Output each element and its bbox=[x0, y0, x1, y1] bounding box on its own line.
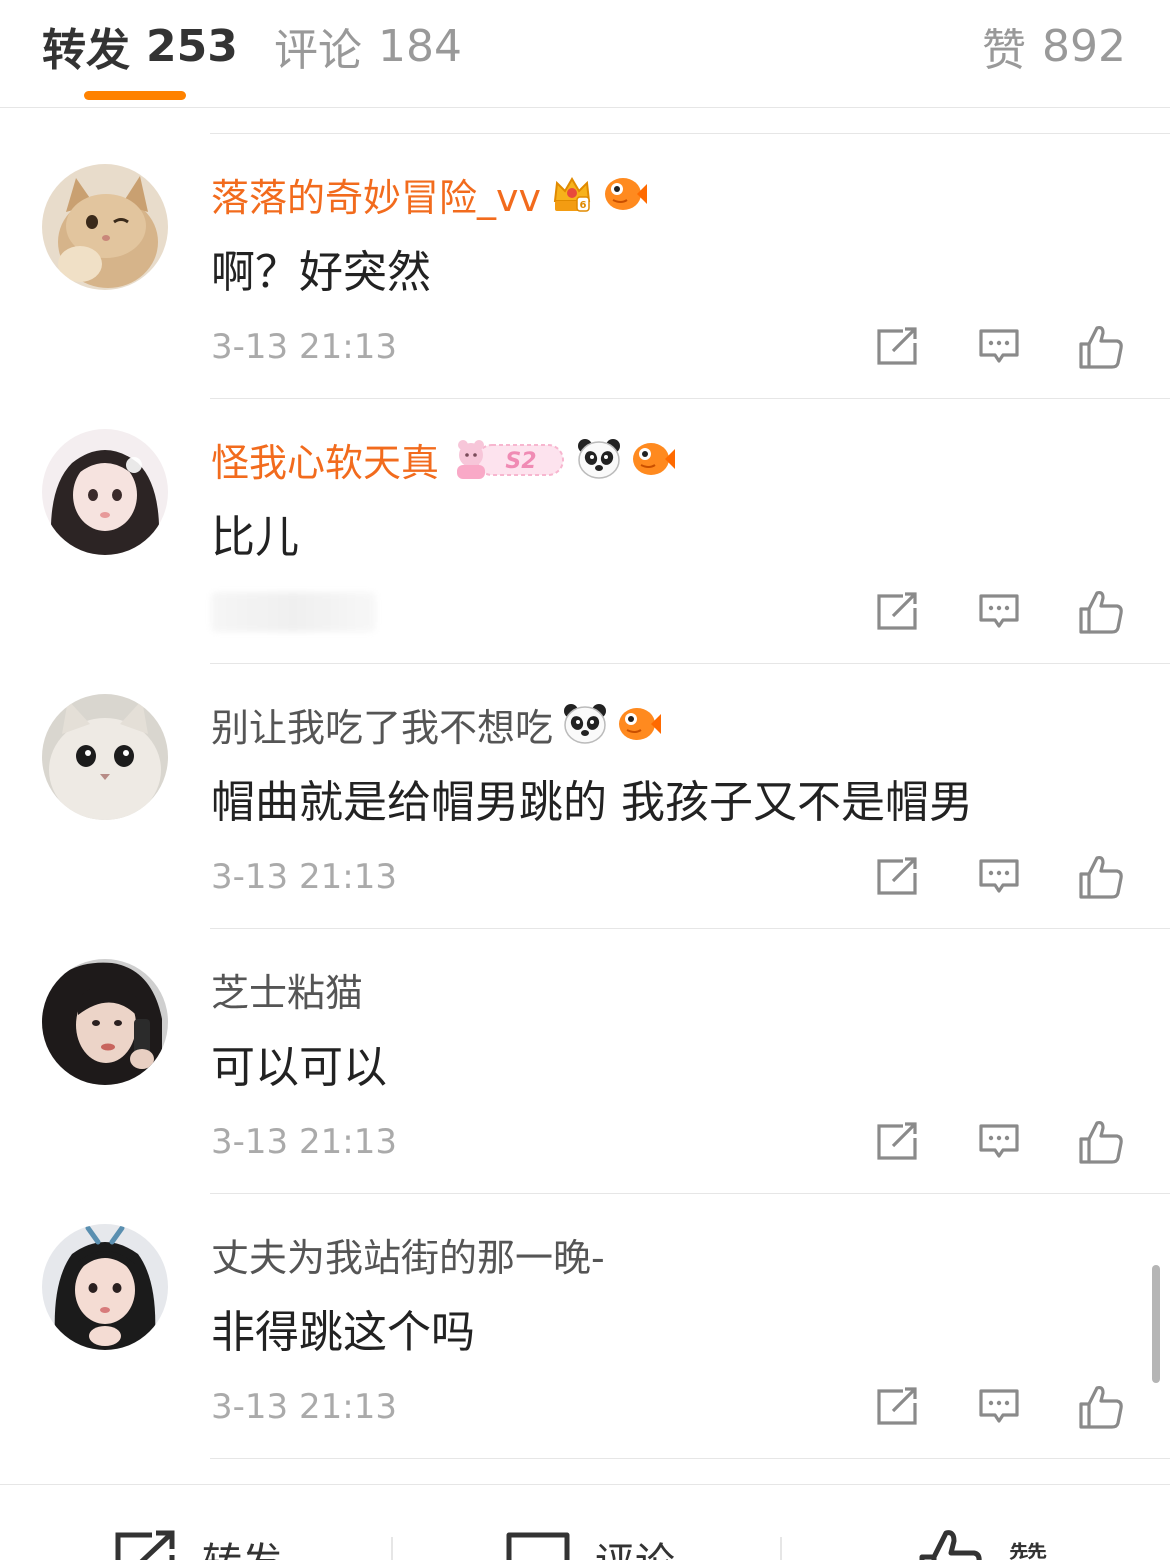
comment-actions bbox=[870, 850, 1140, 906]
repost-icon[interactable] bbox=[870, 320, 924, 374]
comment-time: 3-13 21:13 bbox=[211, 327, 397, 367]
comment-button[interactable]: 评论 bbox=[505, 1529, 675, 1560]
panda-badge-icon bbox=[577, 438, 621, 480]
tab-forward[interactable]: 转发 253 bbox=[42, 18, 238, 77]
like-icon[interactable] bbox=[1074, 585, 1128, 639]
user-name[interactable]: 芝士粘猫 bbox=[211, 962, 363, 1017]
comment-text: 非得跳这个吗 bbox=[211, 1307, 475, 1358]
divider bbox=[780, 1537, 782, 1560]
tab-like-label: 赞 bbox=[982, 25, 1027, 76]
comment-item: 落落的奇妙冒险_vv 6 啊？好突然 3-13 21:13 bbox=[0, 134, 1170, 399]
tab-like-count: 892 bbox=[1042, 20, 1126, 72]
comment-actions bbox=[870, 1380, 1140, 1436]
like-icon[interactable] bbox=[1074, 1115, 1128, 1169]
repost-icon[interactable] bbox=[870, 850, 924, 904]
fish-badge-icon bbox=[631, 439, 676, 479]
pink-s2-badge-icon: S2 bbox=[449, 437, 567, 481]
tab-bar: 转发 253 评论 184 赞 892 bbox=[0, 0, 1170, 108]
fish-badge-icon bbox=[603, 174, 647, 214]
repost-icon[interactable] bbox=[870, 1380, 924, 1434]
user-name[interactable]: 怪我心软天真 bbox=[211, 432, 439, 487]
comment-text: 啊？好突然 bbox=[211, 247, 431, 298]
comment-icon[interactable] bbox=[972, 850, 1026, 904]
avatar[interactable] bbox=[42, 959, 168, 1085]
comment-item: 丈夫为我站街的那一晚- 非得跳这个吗 3-13 21:13 bbox=[0, 1194, 1170, 1459]
comment-text: 可以可以 bbox=[211, 1042, 387, 1093]
divider bbox=[210, 1458, 1170, 1459]
tab-forward-label: 转发 bbox=[42, 25, 130, 76]
comment-label: 评论 bbox=[595, 1530, 675, 1560]
repost-icon bbox=[115, 1530, 175, 1560]
comment-time-obscured bbox=[211, 592, 376, 632]
user-name[interactable]: 落落的奇妙冒险_vv bbox=[211, 167, 541, 222]
tab-like[interactable]: 赞 892 bbox=[982, 18, 1126, 77]
repost-icon[interactable] bbox=[870, 585, 924, 639]
panda-badge-icon bbox=[563, 703, 607, 745]
comment-item: 怪我心软天真 S2 比儿 bbox=[0, 399, 1170, 664]
tab-comment-count: 184 bbox=[378, 20, 462, 72]
comment-text: 比儿 bbox=[211, 512, 299, 563]
comment-icon[interactable] bbox=[972, 320, 1026, 374]
comment-time: 3-13 21:13 bbox=[211, 857, 397, 897]
like-icon bbox=[919, 1530, 982, 1560]
like-icon[interactable] bbox=[1074, 320, 1128, 374]
repost-button[interactable]: 转发 bbox=[112, 1529, 282, 1560]
comment-time: 3-13 21:13 bbox=[211, 1122, 397, 1162]
bottom-toolbar: 转发 评论 赞 bbox=[0, 1484, 1170, 1560]
comment-icon[interactable] bbox=[972, 1115, 1026, 1169]
user-name[interactable]: 丈夫为我站街的那一晚- bbox=[211, 1227, 605, 1282]
tab-comment[interactable]: 评论 184 bbox=[274, 18, 462, 77]
like-icon[interactable] bbox=[1074, 1380, 1128, 1434]
active-tab-indicator bbox=[84, 91, 186, 100]
avatar[interactable] bbox=[42, 429, 168, 555]
svg-text:6: 6 bbox=[580, 200, 587, 211]
repost-label: 转发 bbox=[202, 1530, 282, 1560]
comment-item: 芝士粘猫 可以可以 3-13 21:13 bbox=[0, 929, 1170, 1194]
comment-icon[interactable] bbox=[972, 1380, 1026, 1434]
crown-badge-icon: 6 bbox=[551, 173, 593, 215]
like-icon[interactable] bbox=[1074, 850, 1128, 904]
avatar[interactable] bbox=[42, 1224, 168, 1350]
scrollbar[interactable] bbox=[1152, 1265, 1160, 1383]
comment-icon[interactable] bbox=[972, 585, 1026, 639]
tab-comment-label: 评论 bbox=[274, 25, 362, 76]
repost-icon[interactable] bbox=[870, 1115, 924, 1169]
comment-actions bbox=[870, 585, 1140, 641]
like-button[interactable]: 赞 bbox=[918, 1529, 1048, 1560]
avatar[interactable] bbox=[42, 694, 168, 820]
comment-text: 帽曲就是给帽男跳的 我孩子又不是帽男 bbox=[211, 777, 973, 828]
tab-forward-count: 253 bbox=[146, 20, 238, 72]
comment-actions bbox=[870, 1115, 1140, 1171]
comment-icon bbox=[506, 1532, 570, 1560]
svg-text:S2: S2 bbox=[505, 449, 536, 474]
comment-item: 别让我吃了我不想吃 帽曲就是给帽男跳的 我孩子又不是帽男 3-13 21:13 bbox=[0, 664, 1170, 929]
comment-time: 3-13 21:13 bbox=[211, 1387, 397, 1427]
divider bbox=[391, 1537, 393, 1560]
like-label: 赞 bbox=[1008, 1530, 1048, 1560]
comment-actions bbox=[870, 320, 1140, 376]
avatar[interactable] bbox=[42, 164, 168, 290]
user-name[interactable]: 别让我吃了我不想吃 bbox=[211, 697, 553, 752]
fish-badge-icon bbox=[617, 704, 662, 744]
